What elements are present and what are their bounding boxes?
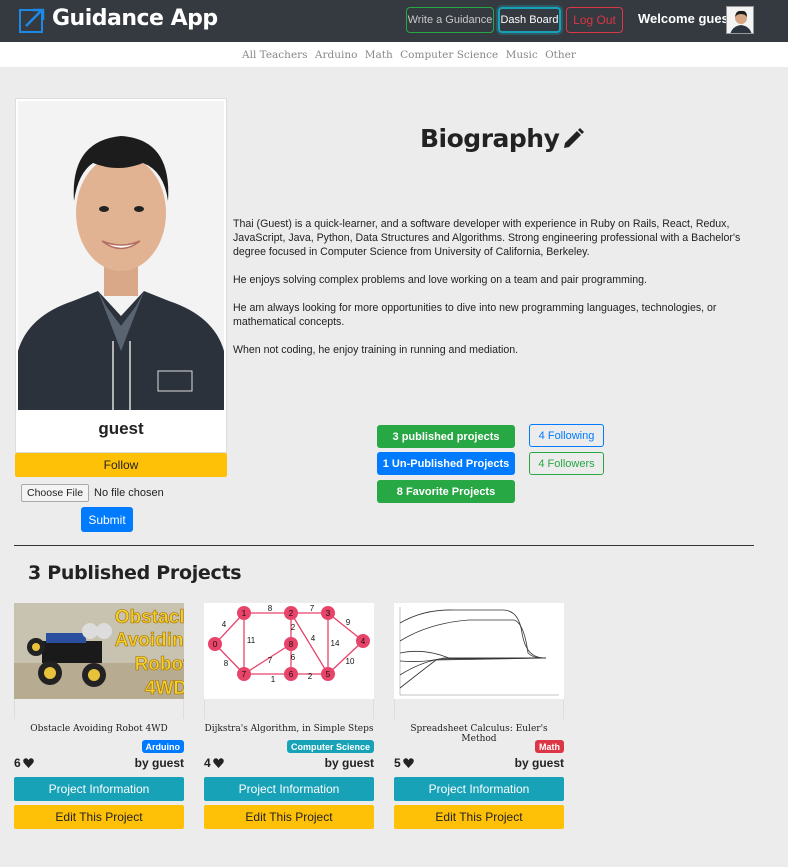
heart-icon[interactable] <box>22 758 34 768</box>
likes-count[interactable]: 6 <box>14 756 34 770</box>
project-thumbnail[interactable] <box>394 603 564 699</box>
svg-text:1: 1 <box>242 609 247 618</box>
svg-text:8: 8 <box>268 604 273 613</box>
category-nav: All Teachers Arduino Math Computer Scien… <box>0 42 788 67</box>
thumbnail-text: Avoiding <box>115 630 184 651</box>
thumbnail-text: 4WD <box>145 678 184 699</box>
project-information-button[interactable]: Project Information <box>394 777 564 801</box>
profile-name: guest <box>98 419 144 438</box>
file-status: No file chosen <box>94 487 164 499</box>
logout-button[interactable]: Log Out <box>566 7 623 33</box>
heart-icon[interactable] <box>402 758 414 768</box>
thumbnail-text: Robot <box>135 654 184 675</box>
avatar[interactable] <box>726 6 754 34</box>
pencil-icon[interactable] <box>561 127 585 151</box>
edit-project-button[interactable]: Edit This Project <box>204 805 374 829</box>
nav-arduino[interactable]: Arduino <box>315 49 358 61</box>
bio-paragraph: He enjoys solving complex problems and l… <box>233 274 647 286</box>
svg-text:0: 0 <box>213 640 218 649</box>
svg-text:3: 3 <box>326 609 331 618</box>
followers-button[interactable]: 4 Followers <box>529 452 604 475</box>
project-information-button[interactable]: Project Information <box>204 777 374 801</box>
author-text: by guest <box>324 756 374 770</box>
favorite-projects-button[interactable]: 8 Favorite Projects <box>377 480 515 503</box>
choose-file-button[interactable]: Choose File <box>21 484 90 502</box>
svg-text:5: 5 <box>326 670 331 679</box>
svg-text:2: 2 <box>291 623 296 632</box>
category-badge[interactable]: Arduino <box>141 740 184 753</box>
published-section-title: 3 Published Projects <box>28 562 242 584</box>
svg-text:7: 7 <box>310 604 315 613</box>
external-link-icon[interactable] <box>18 6 46 34</box>
following-button[interactable]: 4 Following <box>529 424 604 447</box>
svg-text:14: 14 <box>331 639 340 648</box>
bio-paragraph: He am always looking for more opportunit… <box>233 302 717 328</box>
bio-text: Thai (Guest) is a quick-learner, and a s… <box>233 217 753 371</box>
edit-project-button[interactable]: Edit This Project <box>394 805 564 829</box>
svg-text:6: 6 <box>291 653 296 662</box>
svg-text:4: 4 <box>361 637 366 646</box>
nav-other[interactable]: Other <box>545 49 576 61</box>
profile-card: guest <box>15 98 227 453</box>
bio-title: Biography <box>420 124 560 153</box>
project-thumbnail[interactable]: 0 1 2 3 4 5 6 7 8 8 7 4 9 14 10 2 1 6 7 … <box>204 603 374 699</box>
project-title[interactable]: Dijkstra's Algorithm, in Simple Steps <box>204 724 374 734</box>
file-upload: Choose File No file chosen <box>21 484 164 502</box>
nav-music[interactable]: Music <box>506 49 538 61</box>
svg-text:8: 8 <box>289 640 294 649</box>
svg-text:1: 1 <box>271 675 276 684</box>
thumbnail-text: Obstacle <box>115 607 184 628</box>
svg-text:4: 4 <box>222 620 227 629</box>
edit-project-button[interactable]: Edit This Project <box>14 805 184 829</box>
bio-heading: Biography <box>420 124 585 153</box>
svg-text:4: 4 <box>311 634 316 643</box>
svg-text:7: 7 <box>268 656 273 665</box>
category-badge[interactable]: Math <box>535 740 564 753</box>
svg-text:9: 9 <box>346 618 351 627</box>
author-text: by guest <box>514 756 564 770</box>
welcome-text: Welcome guest <box>638 11 734 26</box>
svg-text:2: 2 <box>308 672 313 681</box>
svg-text:10: 10 <box>346 657 355 666</box>
navbar: Guidance App Write a Guidance Dash Board… <box>0 0 788 42</box>
bio-paragraph: Thai (Guest) is a quick-learner, and a s… <box>233 218 741 258</box>
bio-paragraph: When not coding, he enjoy training in ru… <box>233 344 519 356</box>
nav-math[interactable]: Math <box>365 49 393 61</box>
nav-computer-science[interactable]: Computer Science <box>400 49 498 61</box>
svg-text:2: 2 <box>289 609 294 618</box>
svg-text:8: 8 <box>224 659 229 668</box>
project-thumbnail[interactable]: Obstacle Avoiding Robot 4WD <box>14 603 184 699</box>
divider <box>14 545 754 546</box>
published-projects-button[interactable]: 3 published projects <box>377 425 515 448</box>
brand-title[interactable]: Guidance App <box>52 6 218 31</box>
follow-button[interactable]: Follow <box>15 453 227 477</box>
unpublished-projects-button[interactable]: 1 Un-Published Projects <box>377 452 515 475</box>
dashboard-button[interactable]: Dash Board <box>498 7 561 33</box>
author-text: by guest <box>134 756 184 770</box>
submit-button[interactable]: Submit <box>81 507 133 532</box>
profile-photo <box>18 101 224 410</box>
write-guidance-button[interactable]: Write a Guidance <box>406 7 494 33</box>
svg-text:11: 11 <box>247 636 256 645</box>
svg-text:6: 6 <box>289 670 294 679</box>
project-title[interactable]: Obstacle Avoiding Robot 4WD <box>14 724 184 734</box>
project-information-button[interactable]: Project Information <box>14 777 184 801</box>
nav-all-teachers[interactable]: All Teachers <box>242 49 308 61</box>
heart-icon[interactable] <box>212 758 224 768</box>
likes-count[interactable]: 4 <box>204 756 224 770</box>
svg-text:7: 7 <box>242 670 247 679</box>
likes-count[interactable]: 5 <box>394 756 414 770</box>
category-badge[interactable]: Computer Science <box>286 740 374 753</box>
